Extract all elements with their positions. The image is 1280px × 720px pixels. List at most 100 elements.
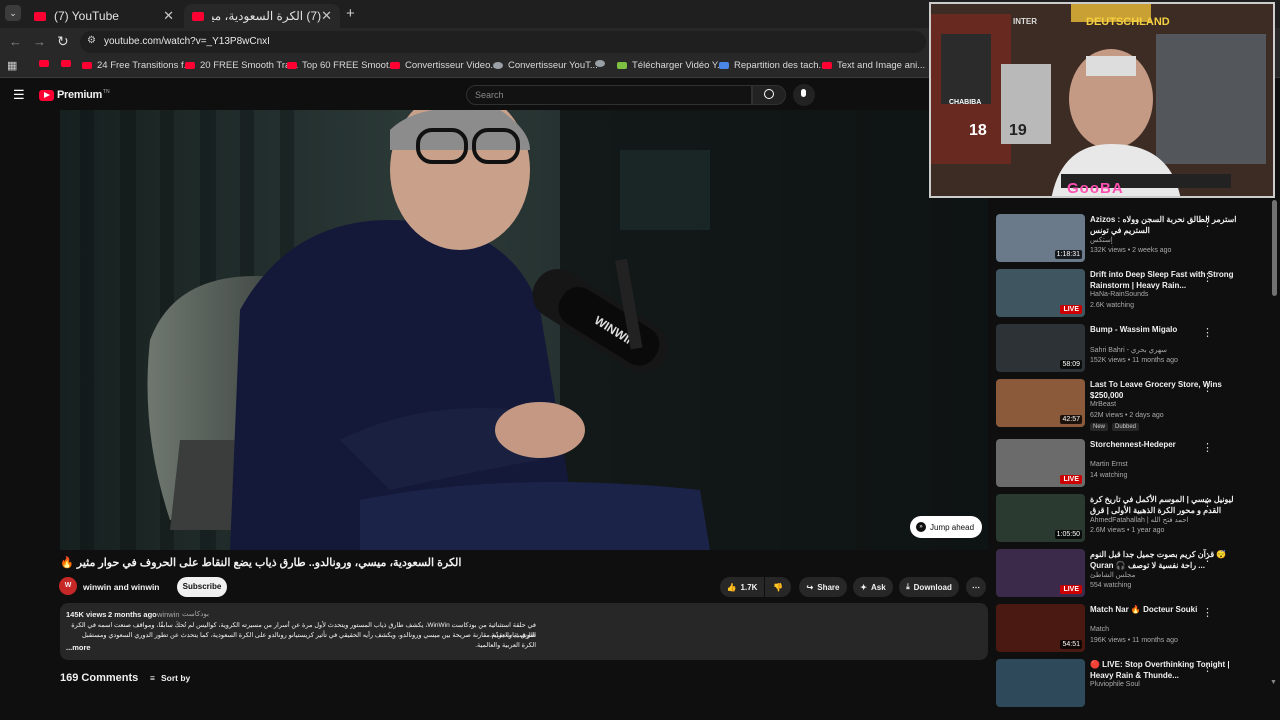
- close-icon[interactable]: ✕: [321, 8, 332, 24]
- bookmark-item[interactable]: Text and Image ani...: [822, 60, 925, 71]
- bookmark-item[interactable]: Convertisseur YouT...: [493, 60, 598, 71]
- bookmark-label: 20 FREE Smooth Tra...: [200, 60, 299, 71]
- bookmark-globe[interactable]: [595, 60, 610, 67]
- related-video-thumbnail[interactable]: 54:51: [996, 604, 1085, 652]
- sort-by-button[interactable]: ≡ Sort by: [150, 673, 190, 683]
- related-video-channel[interactable]: إستكس: [1090, 236, 1113, 244]
- bookmark-item[interactable]: Top 60 FREE Smoot...: [287, 60, 397, 71]
- scrollbar-thumb[interactable]: [1272, 200, 1277, 296]
- download-button[interactable]: ⤓ Download: [899, 577, 959, 597]
- webcam-frame: [931, 4, 1273, 196]
- video-title: الكرة السعودية، ميسي، ورونالدو.. طارق ذي…: [60, 557, 462, 569]
- show-more-link[interactable]: ...more: [66, 643, 91, 652]
- related-video-card[interactable]: 1:18:31 Azizos : استرمر الطالق نحربة السج…: [996, 214, 1266, 268]
- bookmark-item[interactable]: 20 FREE Smooth Tra...: [185, 60, 298, 71]
- share-button[interactable]: ↪ Share: [799, 577, 847, 597]
- back-icon[interactable]: ←: [9, 34, 22, 49]
- close-icon[interactable]: ✕: [163, 8, 174, 24]
- like-button[interactable]: 👍 1.7K: [720, 577, 764, 597]
- more-options-icon[interactable]: ⋮: [1202, 216, 1213, 229]
- voice-search-button[interactable]: [793, 84, 815, 106]
- new-tab-button[interactable]: +: [346, 5, 355, 22]
- description-tag-arabic[interactable]: بودكاست: [182, 610, 209, 618]
- bookmark-youtube-1[interactable]: [39, 60, 54, 67]
- related-video-card[interactable]: LIVE قرآن كريم بصوت جميل جدا قبل النوم 😴 …: [996, 549, 1266, 603]
- forward-icon[interactable]: →: [33, 34, 46, 49]
- description-tag[interactable]: winwin: [157, 610, 180, 619]
- related-video-channel[interactable]: Martin Ernst: [1090, 461, 1128, 468]
- related-video-title[interactable]: ليونيل ميسي | الموسم الأكمل في تاريخ كرة…: [1090, 494, 1245, 516]
- dislike-button[interactable]: 👎: [765, 577, 791, 597]
- related-video-channel[interactable]: Pluviophile Soul: [1090, 681, 1140, 688]
- related-video-card[interactable]: LIVE Storchennest-Hedeper Martin Ernst 14 w…: [996, 439, 1266, 493]
- related-video-thumbnail[interactable]: 42:57: [996, 379, 1085, 427]
- scroll-down-arrow-icon[interactable]: ▼: [1270, 679, 1277, 686]
- related-video-card[interactable]: 🔴 LIVE: Stop Overthinking Tonight | Heav…: [996, 659, 1266, 713]
- duration-badge: 54:51: [1060, 640, 1082, 649]
- ask-button[interactable]: ✦ Ask: [853, 577, 893, 597]
- related-video-title[interactable]: Last To Leave Grocery Store, Wins $250,0…: [1090, 379, 1245, 401]
- related-video-thumbnail[interactable]: 58:09: [996, 324, 1085, 372]
- site-info-icon[interactable]: ⚙: [87, 35, 96, 46]
- channel-avatar[interactable]: W: [59, 577, 77, 595]
- related-video-meta: 196K views • 11 months ago: [1090, 637, 1178, 644]
- related-video-card[interactable]: LIVE Drift into Deep Sleep Fast with Stro…: [996, 269, 1266, 323]
- reload-icon[interactable]: ↻: [57, 33, 69, 50]
- bookmark-item[interactable]: Convertisseur Video...: [390, 60, 498, 71]
- sort-icon: ≡: [150, 673, 155, 683]
- related-video-title[interactable]: Drift into Deep Sleep Fast with Strong R…: [1090, 269, 1245, 291]
- related-video-thumbnail[interactable]: LIVE: [996, 549, 1085, 597]
- bookmark-item[interactable]: Repartition des tach...: [719, 60, 826, 71]
- related-video-card[interactable]: 54:51 Match Nar 🔥 Docteur Souki Match 196K …: [996, 604, 1266, 658]
- more-options-icon[interactable]: ⋮: [1202, 496, 1213, 509]
- bookmark-item[interactable]: Télécharger Vidéo Y...: [617, 60, 725, 71]
- more-options-icon[interactable]: ⋮: [1202, 551, 1213, 564]
- channel-name[interactable]: winwin and winwin: [83, 582, 160, 592]
- tab-search-button[interactable]: ⌄: [5, 5, 21, 21]
- related-video-channel[interactable]: AhmedFatahallah | احمد فتح الله: [1090, 516, 1189, 524]
- duration-badge: 42:57: [1060, 415, 1082, 424]
- related-video-card[interactable]: 42:57 Last To Leave Grocery Store, Wins $…: [996, 379, 1266, 433]
- related-video-title[interactable]: 🔴 LIVE: Stop Overthinking Tonight | Heav…: [1090, 659, 1245, 681]
- related-video-channel[interactable]: Sahri Bahri - سهري بحري: [1090, 346, 1167, 354]
- related-video-title[interactable]: Match Nar 🔥 Docteur Souki: [1090, 604, 1245, 615]
- related-video-thumbnail[interactable]: LIVE: [996, 269, 1085, 317]
- jump-ahead-button[interactable]: » Jump ahead: [910, 516, 982, 538]
- more-options-icon[interactable]: ⋮: [1202, 661, 1213, 674]
- related-video-channel[interactable]: مجلس الشاطئ: [1090, 571, 1135, 579]
- duration-badge: 1:18:31: [1054, 250, 1082, 259]
- related-video-thumbnail[interactable]: 1:18:31: [996, 214, 1085, 262]
- address-bar[interactable]: ⚙ youtube.com/watch?v=_Y13P8wCnxI: [80, 31, 926, 53]
- tab-active-video[interactable]: (7) الكرة السعودية، ميسي، ورونالد ✕: [184, 4, 340, 28]
- more-options-icon[interactable]: ⋮: [1202, 271, 1213, 284]
- related-video-channel[interactable]: HaNa-RainSounds: [1090, 291, 1148, 298]
- bookmark-youtube-2[interactable]: [61, 60, 76, 67]
- related-video-title[interactable]: Azizos : استرمر الطالق نحربة السجن وولاه…: [1090, 214, 1245, 236]
- search-input[interactable]: Search: [466, 85, 752, 105]
- related-video-title[interactable]: Bump - Wassim Migalo: [1090, 324, 1245, 335]
- related-video-card[interactable]: 58:09 Bump - Wassim Migalo Sahri Bahri - س…: [996, 324, 1266, 378]
- related-video-thumbnail[interactable]: LIVE: [996, 439, 1085, 487]
- tab-youtube[interactable]: (7) YouTube ✕: [26, 4, 182, 28]
- related-video-thumbnail[interactable]: 1:05:50: [996, 494, 1085, 542]
- more-options-icon[interactable]: ⋮: [1202, 381, 1213, 394]
- related-video-channel[interactable]: MrBeast: [1090, 401, 1116, 408]
- apps-grid-icon[interactable]: ▦: [7, 59, 17, 72]
- share-label: Share: [817, 582, 840, 592]
- youtube-logo[interactable]: Premium TN: [39, 89, 110, 101]
- more-options-icon[interactable]: ⋮: [1202, 441, 1213, 454]
- bookmark-item[interactable]: 24 Free Transitions f...: [82, 60, 192, 71]
- related-video-title[interactable]: قرآن كريم بصوت جميل جدا قبل النوم 😴 Qura…: [1090, 549, 1245, 571]
- more-options-icon[interactable]: ⋮: [1202, 606, 1213, 619]
- related-video-thumbnail[interactable]: [996, 659, 1085, 707]
- search-button[interactable]: [752, 85, 786, 105]
- related-video-card[interactable]: 1:05:50 ليونيل ميسي | الموسم الأكمل في تا…: [996, 494, 1266, 548]
- related-video-title[interactable]: Storchennest-Hedeper: [1090, 439, 1245, 450]
- hamburger-menu-icon[interactable]: ☰: [13, 87, 25, 103]
- video-player[interactable]: WINWIN » Jump ahead: [60, 110, 988, 550]
- more-actions-button[interactable]: ⋯: [966, 577, 986, 597]
- subscribe-button[interactable]: Subscribe: [177, 577, 227, 597]
- related-video-channel[interactable]: Match: [1090, 626, 1109, 633]
- description-box[interactable]: 145K views 2 months ago winwin بودكاست ف…: [60, 603, 988, 660]
- more-options-icon[interactable]: ⋮: [1202, 326, 1213, 339]
